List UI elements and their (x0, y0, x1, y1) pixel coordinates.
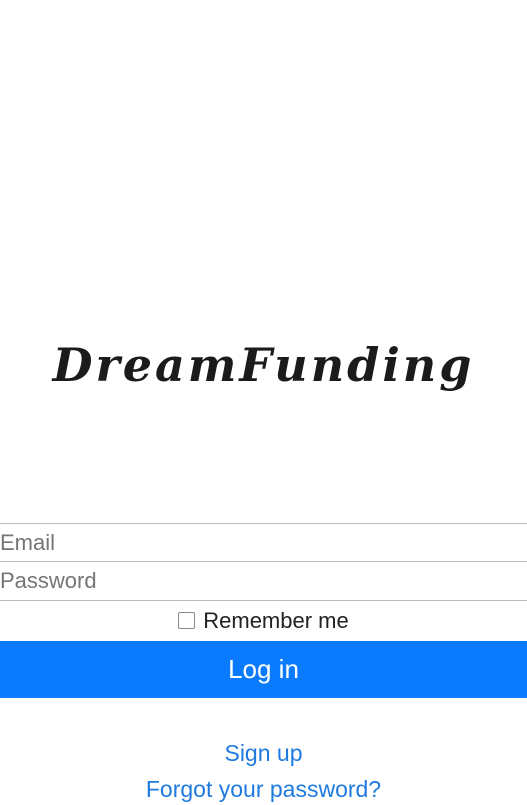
forgot-password-link[interactable]: Forgot your password? (0, 774, 527, 804)
login-button[interactable]: Log in (0, 641, 527, 698)
remember-me-checkbox[interactable] (178, 612, 196, 629)
remember-me-row[interactable]: Remember me (0, 600, 527, 640)
password-field[interactable] (0, 561, 527, 599)
email-field[interactable] (0, 523, 527, 561)
remember-me-label[interactable]: Remember me (203, 608, 348, 634)
login-page: DreamFunding Remember me Log in Sign up … (0, 0, 527, 805)
signup-link[interactable]: Sign up (0, 738, 527, 768)
app-logo: DreamFunding (52, 338, 475, 392)
